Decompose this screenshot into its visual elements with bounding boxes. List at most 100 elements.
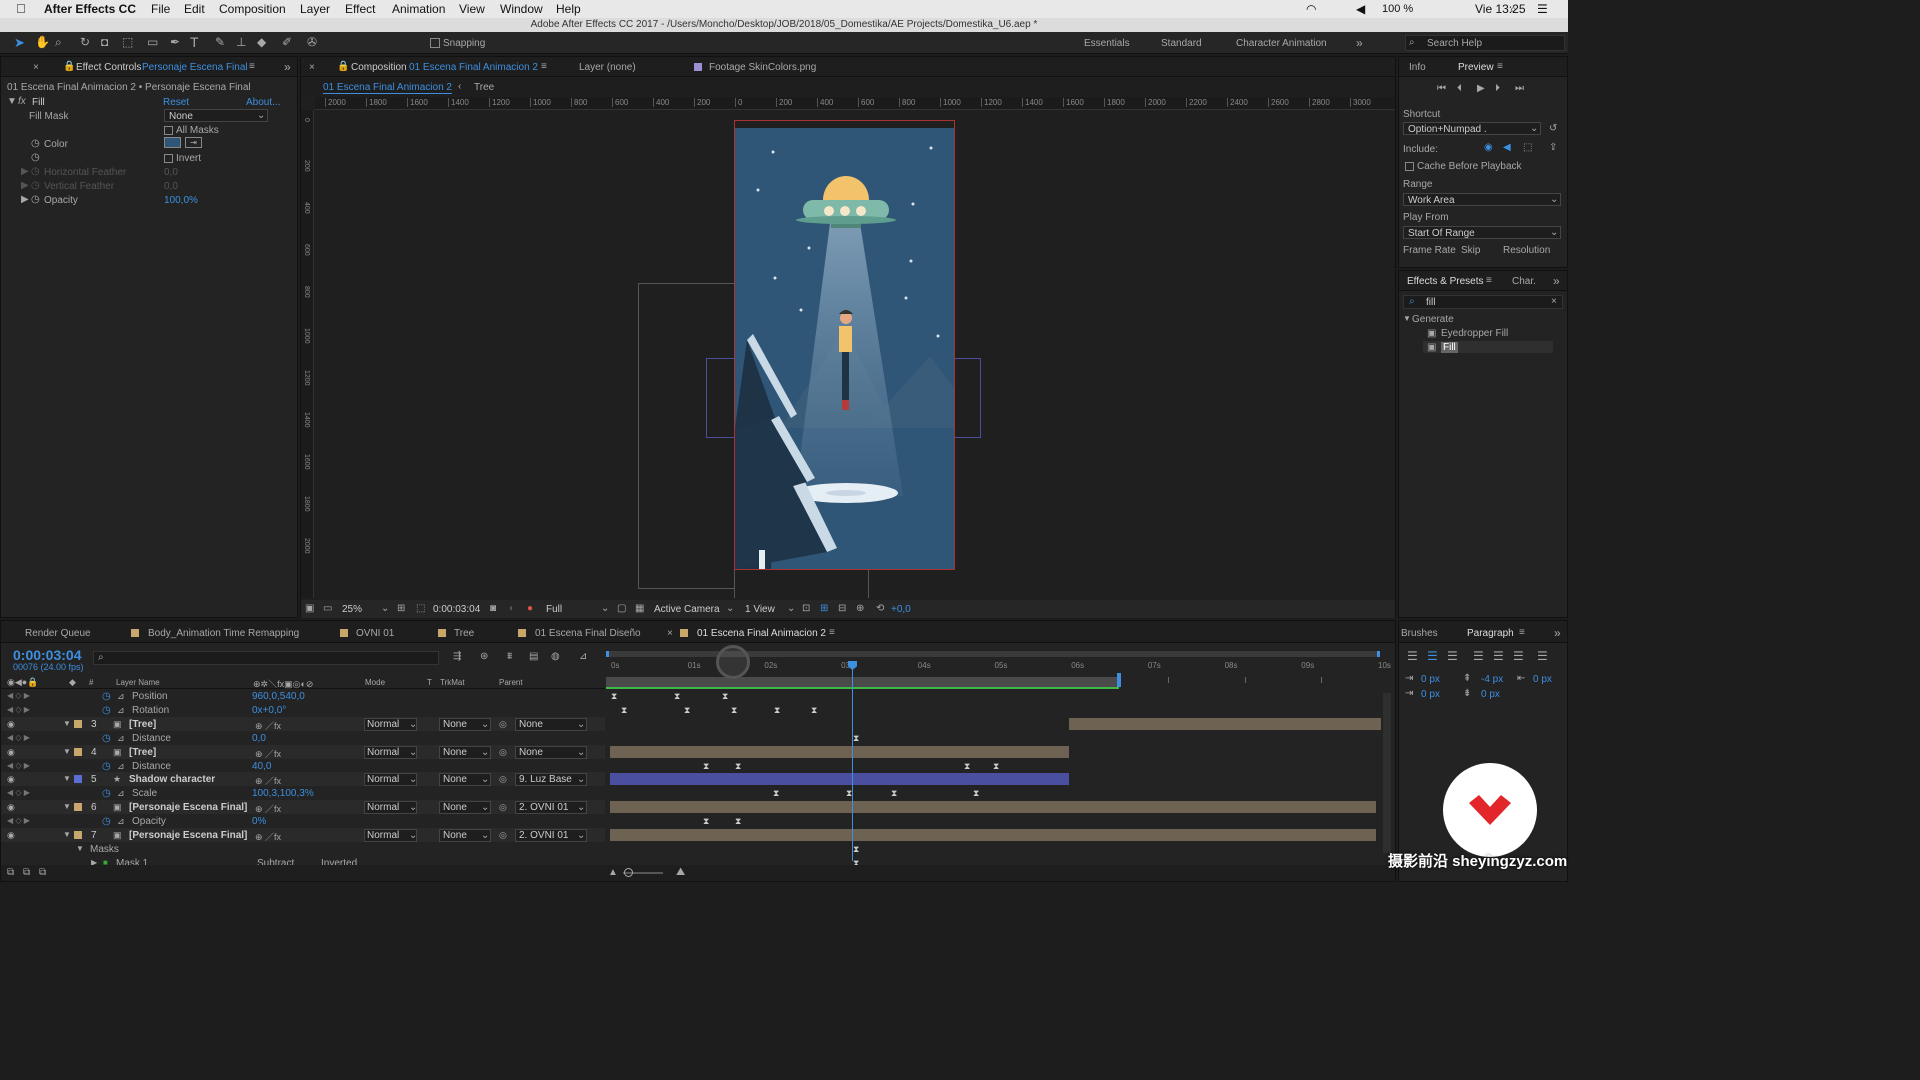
eye-icon[interactable]: ◉ <box>7 802 15 813</box>
horizontal-feather-value[interactable]: 0,0 <box>164 167 178 178</box>
include-audio-icon[interactable]: ◀ <box>1503 142 1511 153</box>
track-row[interactable]: ⧗ ⧗ ⧗ ⧗ <box>606 786 1394 800</box>
composition-tab-prefix[interactable]: Composition <box>351 62 407 73</box>
menu-animation[interactable]: Animation <box>392 2 445 16</box>
track-row[interactable] <box>606 828 1394 842</box>
hand-tool-icon[interactable]: ✋ <box>35 35 50 49</box>
stopwatch-icon[interactable]: ◷ <box>102 705 111 716</box>
panel-menu-icon[interactable]: ≡ <box>249 61 255 72</box>
effect-fill[interactable]: Fill <box>1441 342 1458 353</box>
timeline-tab-ovni[interactable]: OVNI 01 <box>356 628 394 639</box>
volume-icon[interactable]: ◀ <box>1356 2 1365 16</box>
brushes-tab[interactable]: Brushes <box>1401 628 1438 639</box>
frame-blending-icon[interactable]: ▤ <box>529 651 538 662</box>
keyframe-icon[interactable]: ⧗ <box>621 705 627 714</box>
current-time-indicator[interactable] <box>852 661 853 861</box>
keyframe-icon[interactable]: ⧗ <box>611 692 617 701</box>
track-row[interactable] <box>606 800 1394 814</box>
reset-icon[interactable]: ↺ <box>1549 123 1557 134</box>
paragraph-tab[interactable]: Paragraph <box>1467 628 1514 639</box>
layer-name[interactable]: [Personaje Escena Final] <box>129 830 247 841</box>
keyframe-nav-icon[interactable]: ◀ ◇ ▶ <box>7 733 30 742</box>
footage-tab[interactable]: Footage SkinColors.png <box>709 62 816 73</box>
keyframe-nav-icon[interactable]: ◀ ◇ ▶ <box>7 691 30 700</box>
battery-label[interactable]: 100 % <box>1382 3 1413 15</box>
chevron-down-icon[interactable]: ⌄ <box>601 603 609 614</box>
invert-checkbox[interactable] <box>164 154 173 163</box>
effect-controls-tab-layer[interactable]: Personaje Escena Final <box>142 62 248 73</box>
preview-tab[interactable]: Preview <box>1458 62 1494 73</box>
snapshot-camera-icon[interactable]: ◙ <box>490 603 496 614</box>
panel-menu-icon[interactable]: ≡ <box>1519 627 1525 638</box>
spotlight-icon[interactable]: ⌕ <box>1510 2 1517 17</box>
hide-shy-layers-icon[interactable]: ⩩ <box>507 651 512 662</box>
keyframe-icon[interactable]: ⧗ <box>973 789 979 798</box>
pickwhip-icon[interactable]: ◎ <box>499 830 507 841</box>
panel-expand-icon[interactable]: » <box>284 60 291 74</box>
fit-icon[interactable]: ⊞ <box>397 603 405 614</box>
layer-name[interactable]: [Tree] <box>129 719 156 730</box>
group-generate[interactable]: Generate <box>1412 314 1454 325</box>
layer-duration-bar[interactable] <box>610 745 1069 758</box>
eye-icon[interactable]: ◉ <box>7 830 15 841</box>
breadcrumb-active[interactable]: 01 Escena Final Animacion 2 <box>323 82 452 94</box>
region-of-interest-icon[interactable]: ▢ <box>617 603 626 614</box>
layer-name[interactable]: Shadow character <box>129 774 215 785</box>
fast-preview-icon[interactable]: ⊞ <box>820 603 828 614</box>
stopwatch-icon[interactable]: ◷ <box>102 788 111 799</box>
zoom-slider-knob[interactable] <box>624 868 633 877</box>
close-tab-icon[interactable]: × <box>309 62 315 73</box>
zoom-tool-icon[interactable]: ⌕ <box>55 35 62 50</box>
eye-icon[interactable]: ◉ <box>7 774 15 785</box>
layer-duration-bar[interactable] <box>610 773 1069 786</box>
apple-icon[interactable]:  <box>16 1 26 16</box>
motion-blur-icon[interactable]: ◍ <box>551 651 560 662</box>
toggle-switches-icon[interactable]: ⧉ <box>7 867 14 878</box>
workspace-standard[interactable]: Standard <box>1161 38 1202 49</box>
eye-icon[interactable]: ◉ <box>7 719 15 730</box>
mask-icon[interactable]: ⬚ <box>416 603 425 614</box>
track-row[interactable]: ⧗ ⧗ <box>606 814 1394 828</box>
label-color-icon[interactable] <box>74 831 82 839</box>
transparency-grid-icon[interactable]: ▦ <box>635 603 644 614</box>
clock[interactable]: Vie 13:25 <box>1475 2 1526 16</box>
panel-menu-icon[interactable]: ≡ <box>541 61 547 72</box>
color-channels-icon[interactable]: ● <box>527 603 533 614</box>
keyframe-icon[interactable]: ⧗ <box>891 789 897 798</box>
layer-row[interactable]: ◉ ▼ 7 ▣ [Personaje Escena Final] ⊕ ／fx Normal ⌄… <box>1 828 605 842</box>
keyframe-icon[interactable]: ⧗ <box>703 761 709 770</box>
app-menu[interactable]: After Effects CC <box>44 2 136 16</box>
layer-duration-bar[interactable] <box>1069 717 1381 730</box>
menu-window[interactable]: Window <box>500 2 543 16</box>
color-swatch[interactable] <box>164 137 181 148</box>
timeline-tab-escena-diseno[interactable]: 01 Escena Final Diseño <box>535 628 641 639</box>
timeline-scrollbar[interactable] <box>1383 693 1391 853</box>
cache-checkbox[interactable] <box>1405 162 1414 171</box>
stopwatch-icon[interactable]: ◷ <box>31 138 40 149</box>
property-row[interactable]: ◀ ◇ ▶ ◷ ⊿ Opacity 0% <box>1 814 605 828</box>
timeline-tab-body-animation[interactable]: Body_Animation Time Remapping <box>148 628 299 639</box>
chevron-down-icon[interactable]: ⌄ <box>787 603 795 614</box>
expand-arrow-icon[interactable]: ▶ <box>21 166 29 177</box>
puppet-tool-icon[interactable]: ✇ <box>307 35 317 49</box>
show-snapshot-icon[interactable]: ◐ <box>509 603 515 614</box>
property-row[interactable]: ◀ ◇ ▶ ◷ ⊿ Distance 0,0 <box>1 731 605 745</box>
comp-mini-flowchart-icon[interactable]: ⇶ <box>453 651 461 662</box>
graph-icon[interactable]: ⊿ <box>117 705 125 716</box>
indent-left-value[interactable]: 0 px <box>1421 674 1440 685</box>
track-row[interactable] <box>606 717 1394 731</box>
keyframe-nav-icon[interactable]: ◀ ◇ ▶ <box>7 816 30 825</box>
property-value[interactable]: 100,3,100,3% <box>252 788 314 799</box>
opacity-value[interactable]: 100,0% <box>164 195 198 206</box>
label-color-icon[interactable] <box>74 747 82 756</box>
include-overlays-icon[interactable]: ⬚ <box>1523 142 1532 153</box>
toggle-modes-icon[interactable]: ⧉ <box>23 867 30 878</box>
keyframe-nav-icon[interactable]: ◀ ◇ ▶ <box>7 788 30 797</box>
justify-right-icon[interactable]: ☰ <box>1513 649 1524 663</box>
lock-icon[interactable]: 🔒 <box>63 61 75 72</box>
graph-icon[interactable]: ⊿ <box>117 788 125 799</box>
menu-effect[interactable]: Effect <box>345 2 375 16</box>
composition-tab-name[interactable]: 01 Escena Final Animacion 2 <box>409 62 538 73</box>
panel-menu-icon[interactable]: ≡ <box>829 627 835 638</box>
graph-icon[interactable]: ⊿ <box>117 733 125 744</box>
